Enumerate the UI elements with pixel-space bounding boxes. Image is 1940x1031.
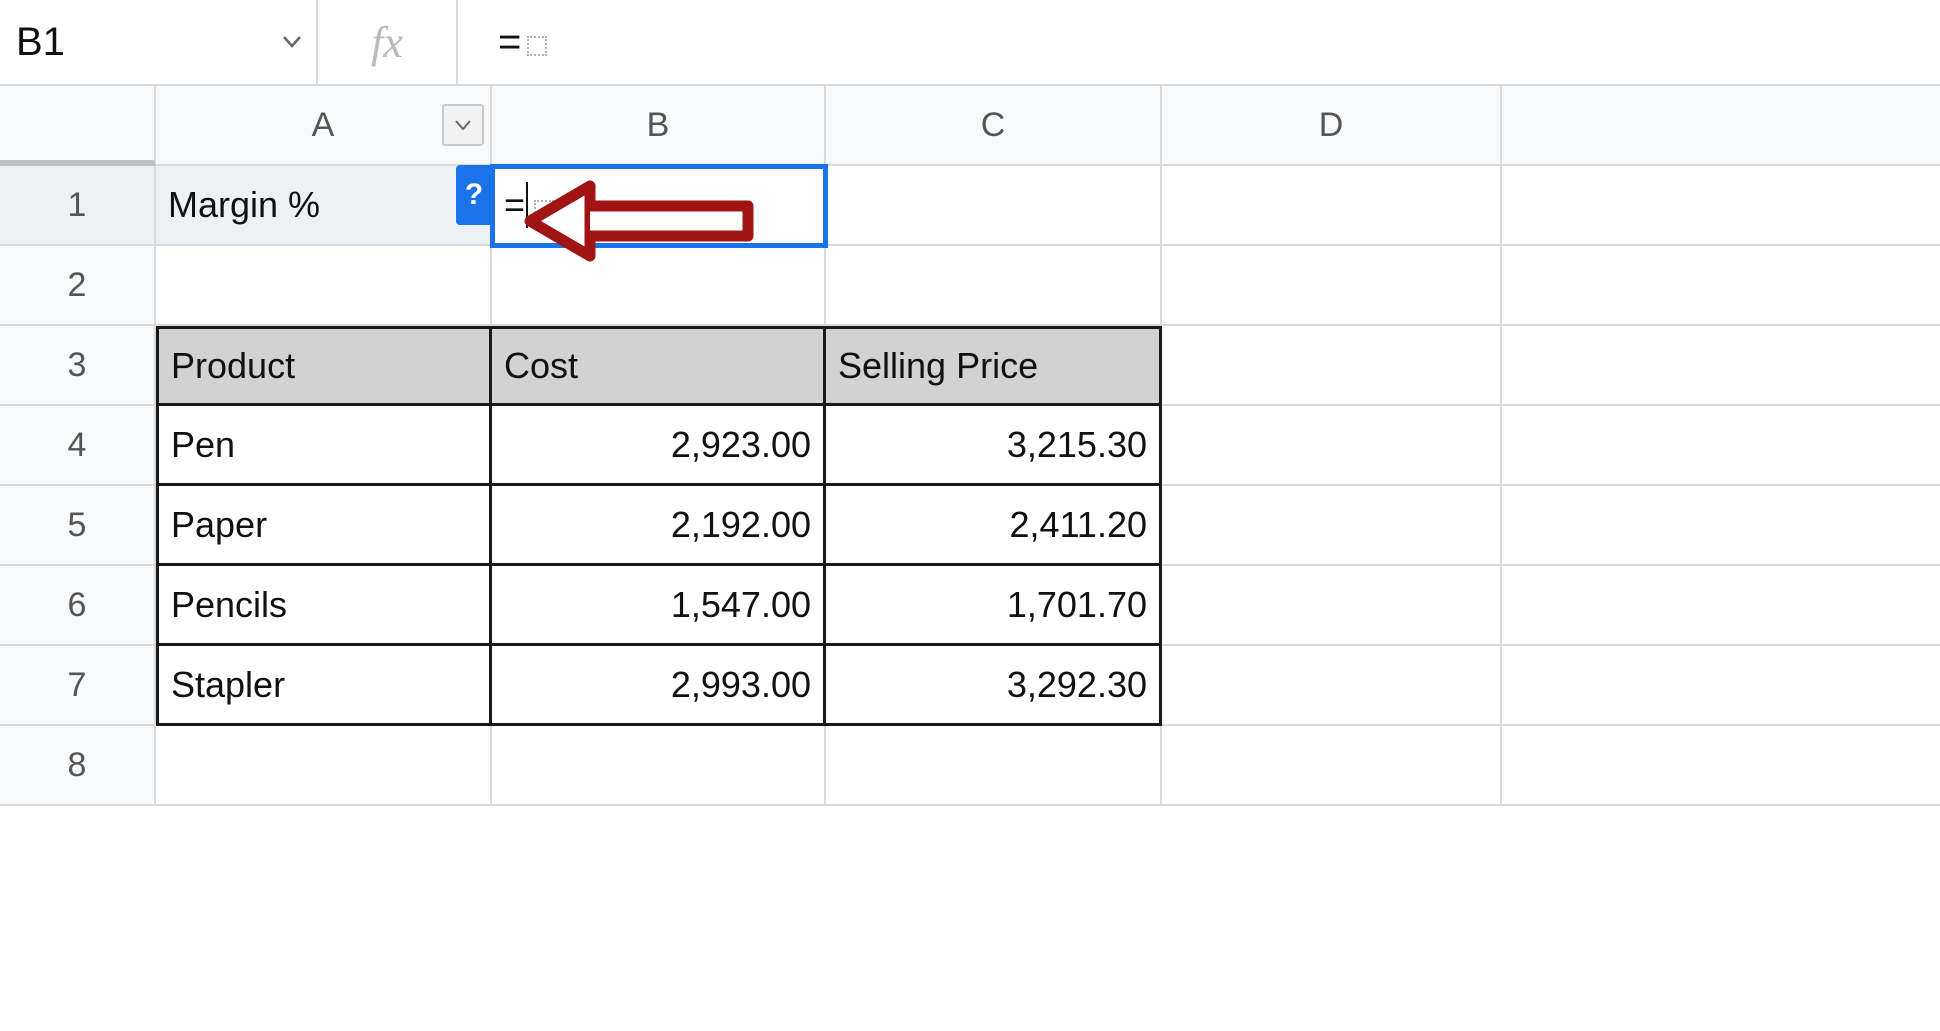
cell-d2[interactable] bbox=[1162, 246, 1502, 326]
cell-c7[interactable]: 3,292.30 bbox=[826, 646, 1162, 726]
cell-a3[interactable]: Product bbox=[156, 326, 492, 406]
fx-icon[interactable]: fx bbox=[318, 0, 458, 84]
name-box-container: B1 bbox=[8, 0, 318, 84]
spreadsheet-grid[interactable]: A B C D 1 Margin % ? bbox=[0, 86, 1940, 806]
cell-d8[interactable] bbox=[1162, 726, 1502, 806]
cell-d1[interactable] bbox=[1162, 166, 1502, 246]
cell-b3[interactable]: Cost bbox=[492, 326, 826, 406]
col-header-b[interactable]: B bbox=[492, 86, 826, 166]
col-header-a[interactable]: A bbox=[156, 86, 492, 166]
cell-value: 2,192.00 bbox=[671, 504, 811, 546]
cell-e7[interactable] bbox=[1502, 646, 1940, 726]
cell-c3[interactable]: Selling Price bbox=[826, 326, 1162, 406]
text-caret-icon bbox=[526, 182, 528, 228]
name-box-dropdown-icon[interactable] bbox=[268, 36, 316, 48]
cell-value: Stapler bbox=[171, 664, 285, 706]
col-header-label: A bbox=[312, 106, 335, 145]
row-header-7[interactable]: 7 bbox=[0, 646, 156, 726]
cell-c5[interactable]: 2,411.20 bbox=[826, 486, 1162, 566]
cell-d5[interactable] bbox=[1162, 486, 1502, 566]
cell-d6[interactable] bbox=[1162, 566, 1502, 646]
cell-c2[interactable] bbox=[826, 246, 1162, 326]
cell-e4[interactable] bbox=[1502, 406, 1940, 486]
cell-e3[interactable] bbox=[1502, 326, 1940, 406]
cell-a6[interactable]: Pencils bbox=[156, 566, 492, 646]
cell-value: 3,292.30 bbox=[1007, 664, 1147, 706]
cell-value: Cost bbox=[504, 345, 578, 387]
cell-a7[interactable]: Stapler bbox=[156, 646, 492, 726]
col-header-label: D bbox=[1319, 106, 1344, 145]
col-header-label: C bbox=[981, 106, 1006, 145]
cell-value: Pencils bbox=[171, 584, 287, 626]
row-header-6[interactable]: 6 bbox=[0, 566, 156, 646]
row-header-8[interactable]: 8 bbox=[0, 726, 156, 806]
cell-value: 2,993.00 bbox=[671, 664, 811, 706]
cell-c8[interactable] bbox=[826, 726, 1162, 806]
formula-bar: B1 fx = bbox=[0, 0, 1940, 86]
cell-c1[interactable] bbox=[826, 166, 1162, 246]
cell-d7[interactable] bbox=[1162, 646, 1502, 726]
col-header-c[interactable]: C bbox=[826, 86, 1162, 166]
row-header-5[interactable]: 5 bbox=[0, 486, 156, 566]
cell-d3[interactable] bbox=[1162, 326, 1502, 406]
cell-edit-content: = bbox=[504, 182, 554, 228]
cell-e5[interactable] bbox=[1502, 486, 1940, 566]
row-header-3[interactable]: 3 bbox=[0, 326, 156, 406]
cell-a2[interactable] bbox=[156, 246, 492, 326]
row-header-1[interactable]: 1 bbox=[0, 166, 156, 246]
cell-value: Product bbox=[171, 345, 295, 387]
cell-value: 1,547.00 bbox=[671, 584, 811, 626]
cell-e8[interactable] bbox=[1502, 726, 1940, 806]
cell-d4[interactable] bbox=[1162, 406, 1502, 486]
cell-b2[interactable] bbox=[492, 246, 826, 326]
cell-value: Selling Price bbox=[838, 345, 1038, 387]
cell-value: 3,215.30 bbox=[1007, 424, 1147, 466]
cell-e1[interactable] bbox=[1502, 166, 1940, 246]
cell-value: Pen bbox=[171, 424, 235, 466]
formula-input[interactable]: = bbox=[458, 0, 1940, 84]
cell-a1[interactable]: Margin % bbox=[156, 166, 492, 246]
row-header-2[interactable]: 2 bbox=[0, 246, 156, 326]
col-header-d[interactable]: D bbox=[1162, 86, 1502, 166]
col-header-label: B bbox=[647, 106, 670, 145]
cell-b5[interactable]: 2,192.00 bbox=[492, 486, 826, 566]
formula-help-button[interactable]: ? bbox=[456, 165, 492, 225]
cell-value: Paper bbox=[171, 504, 267, 546]
cell-b1-editing[interactable]: ? = bbox=[492, 166, 826, 246]
column-filter-button[interactable] bbox=[442, 104, 484, 146]
cell-e6[interactable] bbox=[1502, 566, 1940, 646]
formula-placeholder-icon bbox=[527, 36, 547, 56]
cell-a5[interactable]: Paper bbox=[156, 486, 492, 566]
name-box[interactable]: B1 bbox=[16, 20, 268, 65]
cell-b4[interactable]: 2,923.00 bbox=[492, 406, 826, 486]
cell-e2[interactable] bbox=[1502, 246, 1940, 326]
select-all-corner[interactable] bbox=[0, 86, 156, 166]
cell-c4[interactable]: 3,215.30 bbox=[826, 406, 1162, 486]
cell-value: 1,701.70 bbox=[1007, 584, 1147, 626]
cell-b7[interactable]: 2,993.00 bbox=[492, 646, 826, 726]
cell-b8[interactable] bbox=[492, 726, 826, 806]
cell-c6[interactable]: 1,701.70 bbox=[826, 566, 1162, 646]
cell-edit-text: = bbox=[504, 184, 525, 226]
sheet-container: A B C D 1 Margin % ? bbox=[0, 86, 1940, 806]
cell-value: 2,411.20 bbox=[1010, 504, 1147, 546]
row-header-4[interactable]: 4 bbox=[0, 406, 156, 486]
col-header-empty[interactable] bbox=[1502, 86, 1940, 166]
cell-a8[interactable] bbox=[156, 726, 492, 806]
cell-value: 2,923.00 bbox=[671, 424, 811, 466]
formula-placeholder-icon bbox=[534, 200, 554, 220]
formula-text: = bbox=[498, 20, 521, 65]
cell-b6[interactable]: 1,547.00 bbox=[492, 566, 826, 646]
cell-value: Margin % bbox=[168, 184, 320, 226]
cell-a4[interactable]: Pen bbox=[156, 406, 492, 486]
